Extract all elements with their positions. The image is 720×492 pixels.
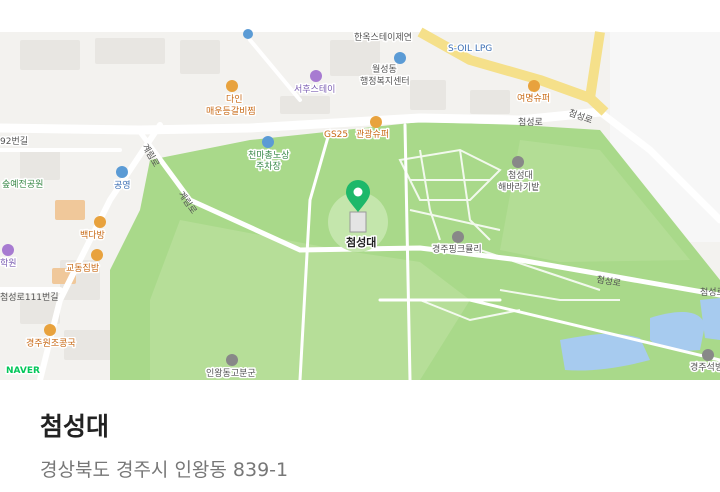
seohu-stay-icon[interactable] <box>310 70 322 82</box>
label-parking-1: 천마총노상 <box>248 150 289 161</box>
label-yeomyeong: 여명슈퍼 <box>517 92 550 104</box>
label-seokbinggo: 경주석빙 <box>690 361 720 373</box>
label-parking-2: 주차장 <box>256 160 281 172</box>
label-gyeongju-won: 경주원조콩국 <box>26 337 76 349</box>
label-hanok-stay: 한옥스테이제연 <box>354 32 412 43</box>
seokbinggo-icon[interactable] <box>702 349 714 361</box>
label-woldong-1: 월성동 <box>372 63 397 75</box>
label-hebaragi-2: 해바라기밭 <box>498 182 539 193</box>
place-title: 첨성대 <box>40 412 110 441</box>
label-gwangwang: 관광슈퍼 <box>356 128 389 140</box>
label-seohu: 서후스테이 <box>294 84 335 95</box>
naver-logo: NAVER <box>6 366 40 376</box>
place-address: 경상북도 경주시 인왕동 839-1 <box>40 459 289 481</box>
label-soil-lpg: S-OIL LPG <box>448 44 492 54</box>
map-view[interactable]: 한옥스테이제연 월성동 행정복지센터 S-OIL LPG 여명슈퍼 다인 매운등… <box>0 0 720 380</box>
road-label-6: 첨성로 <box>700 287 720 298</box>
gyeongju-kongguk-icon[interactable] <box>44 324 56 336</box>
pink-muhly-icon[interactable] <box>452 231 464 243</box>
yeomyeong-shop-icon[interactable] <box>528 80 540 92</box>
label-gyodong: 교동집밥 <box>66 262 99 274</box>
parking-icon[interactable] <box>262 136 274 148</box>
label-hakwon: 학원 <box>0 258 17 269</box>
label-gongyeong: 공영 <box>114 180 131 191</box>
label-selected-place: 첨성대 <box>346 235 376 249</box>
inwang-gobun-icon[interactable] <box>226 354 238 366</box>
road-label-1: 첨성로 <box>518 117 543 128</box>
baekdabang-cafe-icon[interactable] <box>94 216 106 228</box>
hakwon-icon[interactable] <box>2 244 14 256</box>
cheomseongdae-landmark-icon <box>349 211 367 233</box>
dain-restaurant-icon[interactable] <box>226 80 238 92</box>
label-baekdabang: 백다방 <box>80 230 105 241</box>
label-road-92: 92번길 <box>0 136 28 147</box>
woldong-center-icon[interactable] <box>394 52 406 64</box>
hebaragi-field-icon[interactable] <box>512 156 524 168</box>
gyodong-restaurant-icon[interactable] <box>91 249 103 261</box>
label-inwang-gobun: 인왕동고분군 <box>206 368 256 379</box>
label-pink-muhly: 경주핑크뮬리 <box>432 243 482 255</box>
hanok-icon[interactable] <box>243 29 253 39</box>
label-dain-2: 매운등갈비찜 <box>206 106 256 117</box>
road-label-3: 첨성로111번길 <box>0 292 59 303</box>
label-woldong-2: 행정복지센터 <box>360 75 410 87</box>
label-jeonggong: 숲예전공원 <box>2 179 43 190</box>
gwangwang-shop-icon[interactable] <box>370 116 382 128</box>
label-hebaragi-1: 첨성대 <box>508 170 533 181</box>
gongyeong-parking-icon[interactable] <box>116 166 128 178</box>
label-gs25: GS25 <box>324 130 348 140</box>
place-info-card[interactable]: 첨성대 경상북도 경주시 인왕동 839-1 <box>0 380 720 492</box>
label-dain-1: 다인 <box>226 94 243 105</box>
